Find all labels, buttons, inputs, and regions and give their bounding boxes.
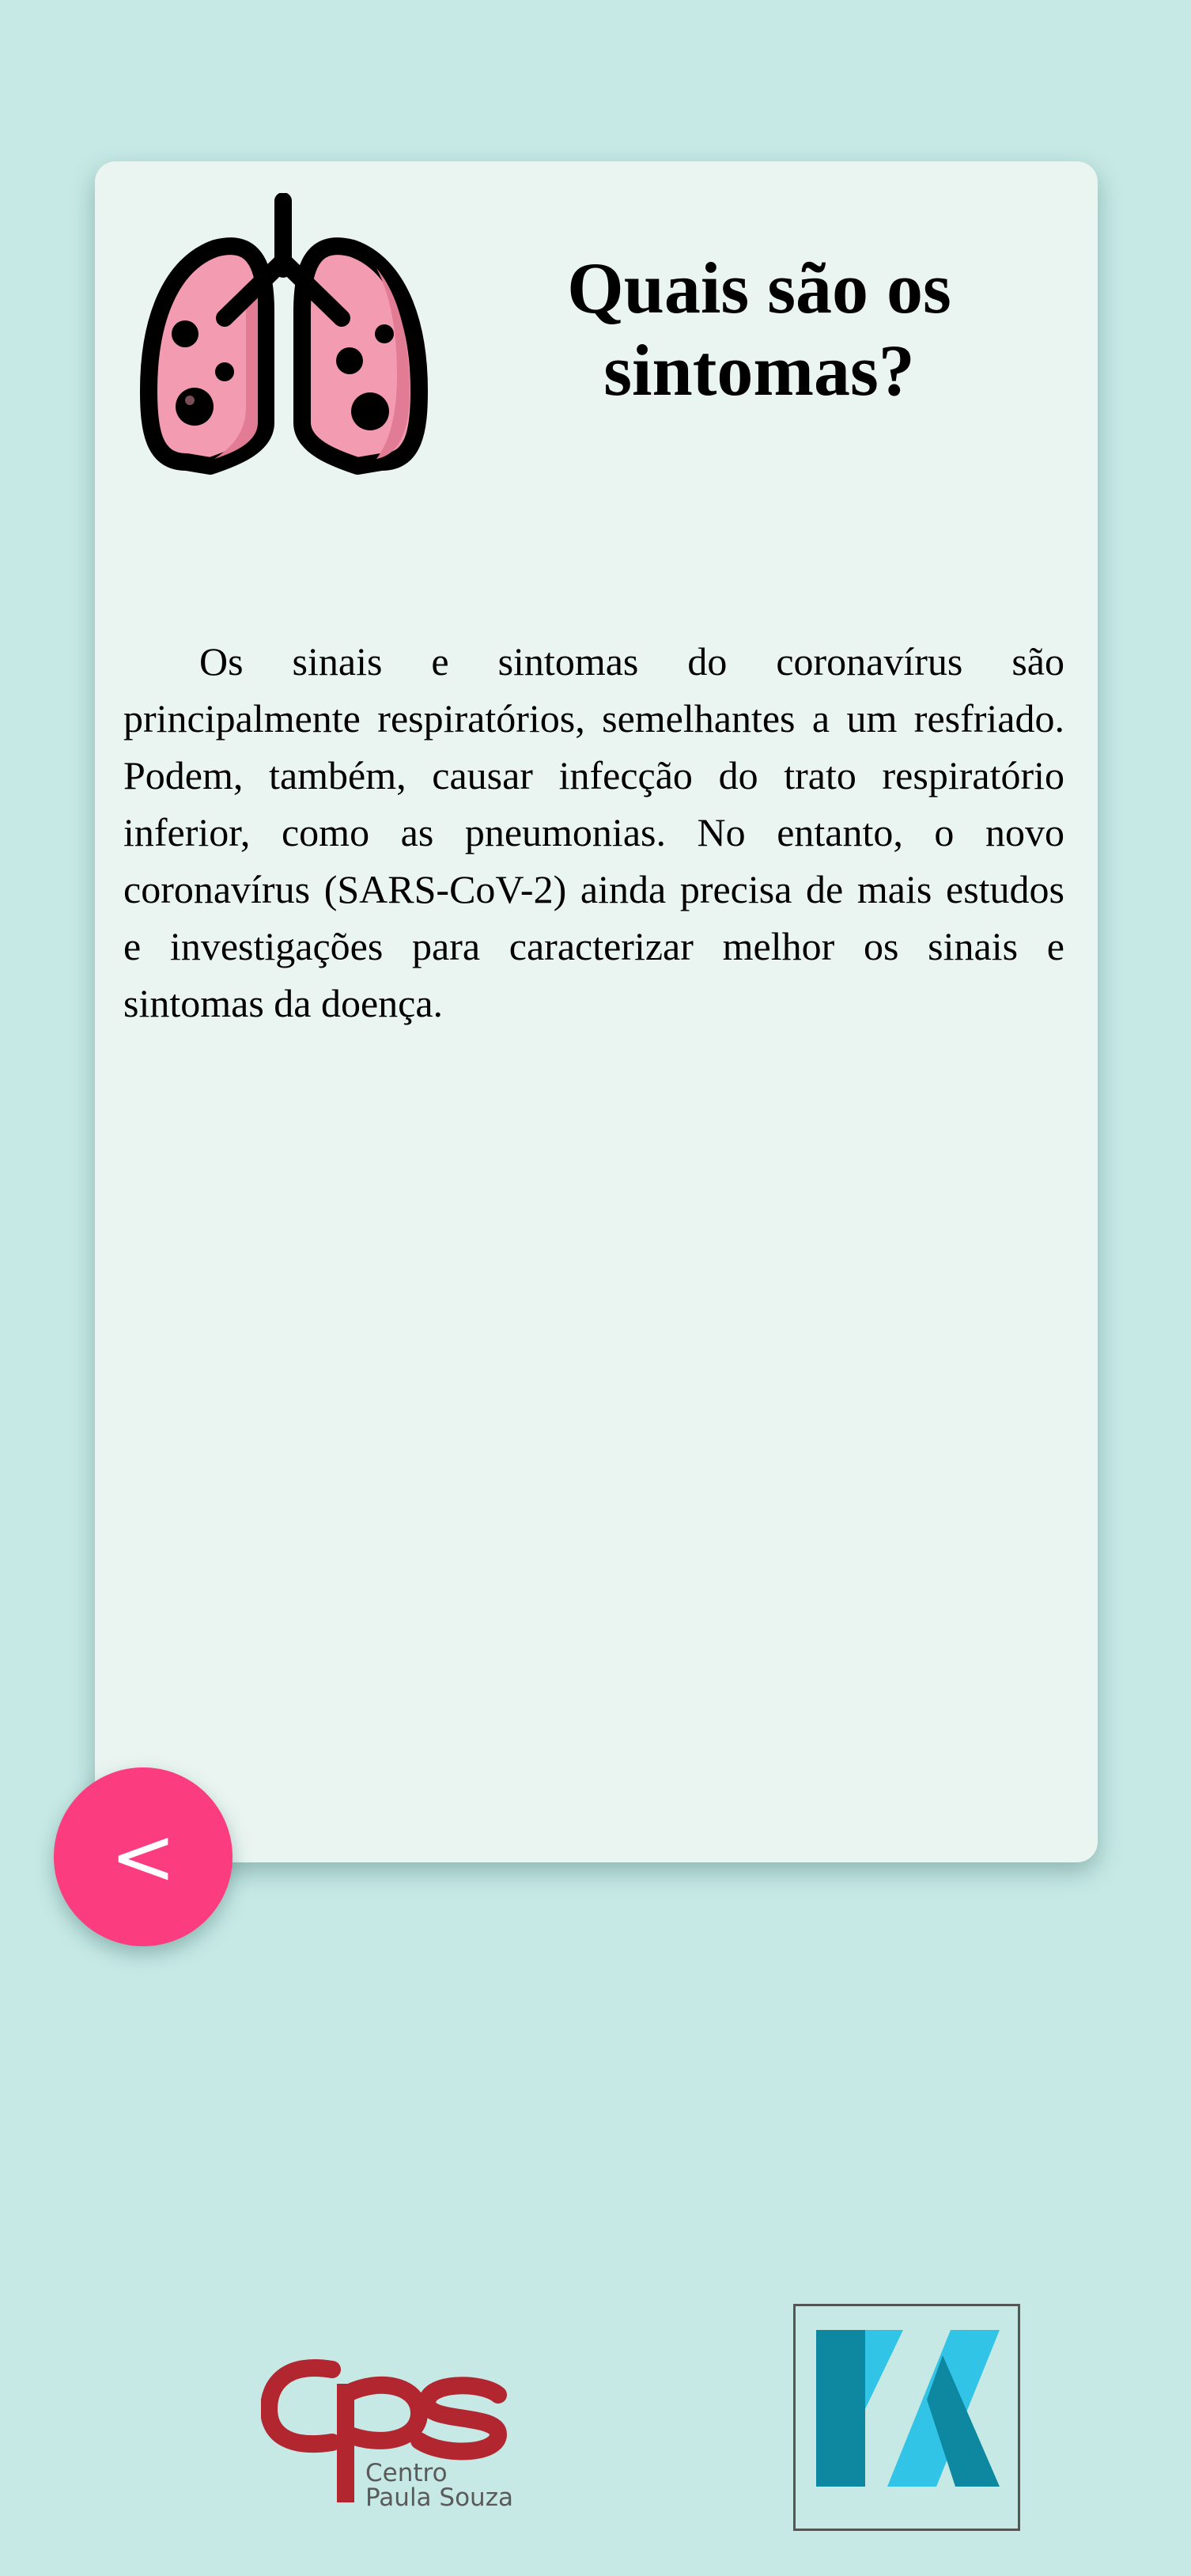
k-logo-icon [816,2330,1000,2487]
cps-caption: Centro Paula Souza [365,2459,513,2512]
partner-logo [793,2304,1020,2531]
page-title: Quais são os sintomas? [567,248,951,411]
symptoms-description: Os sinais e sintomas do coronavírus são … [123,639,1064,1025]
lungs-icon [140,193,428,475]
symptoms-card: Quais são os sintomas? Os sinais e sinto… [95,161,1098,1862]
back-button[interactable]: < [54,1767,233,1946]
